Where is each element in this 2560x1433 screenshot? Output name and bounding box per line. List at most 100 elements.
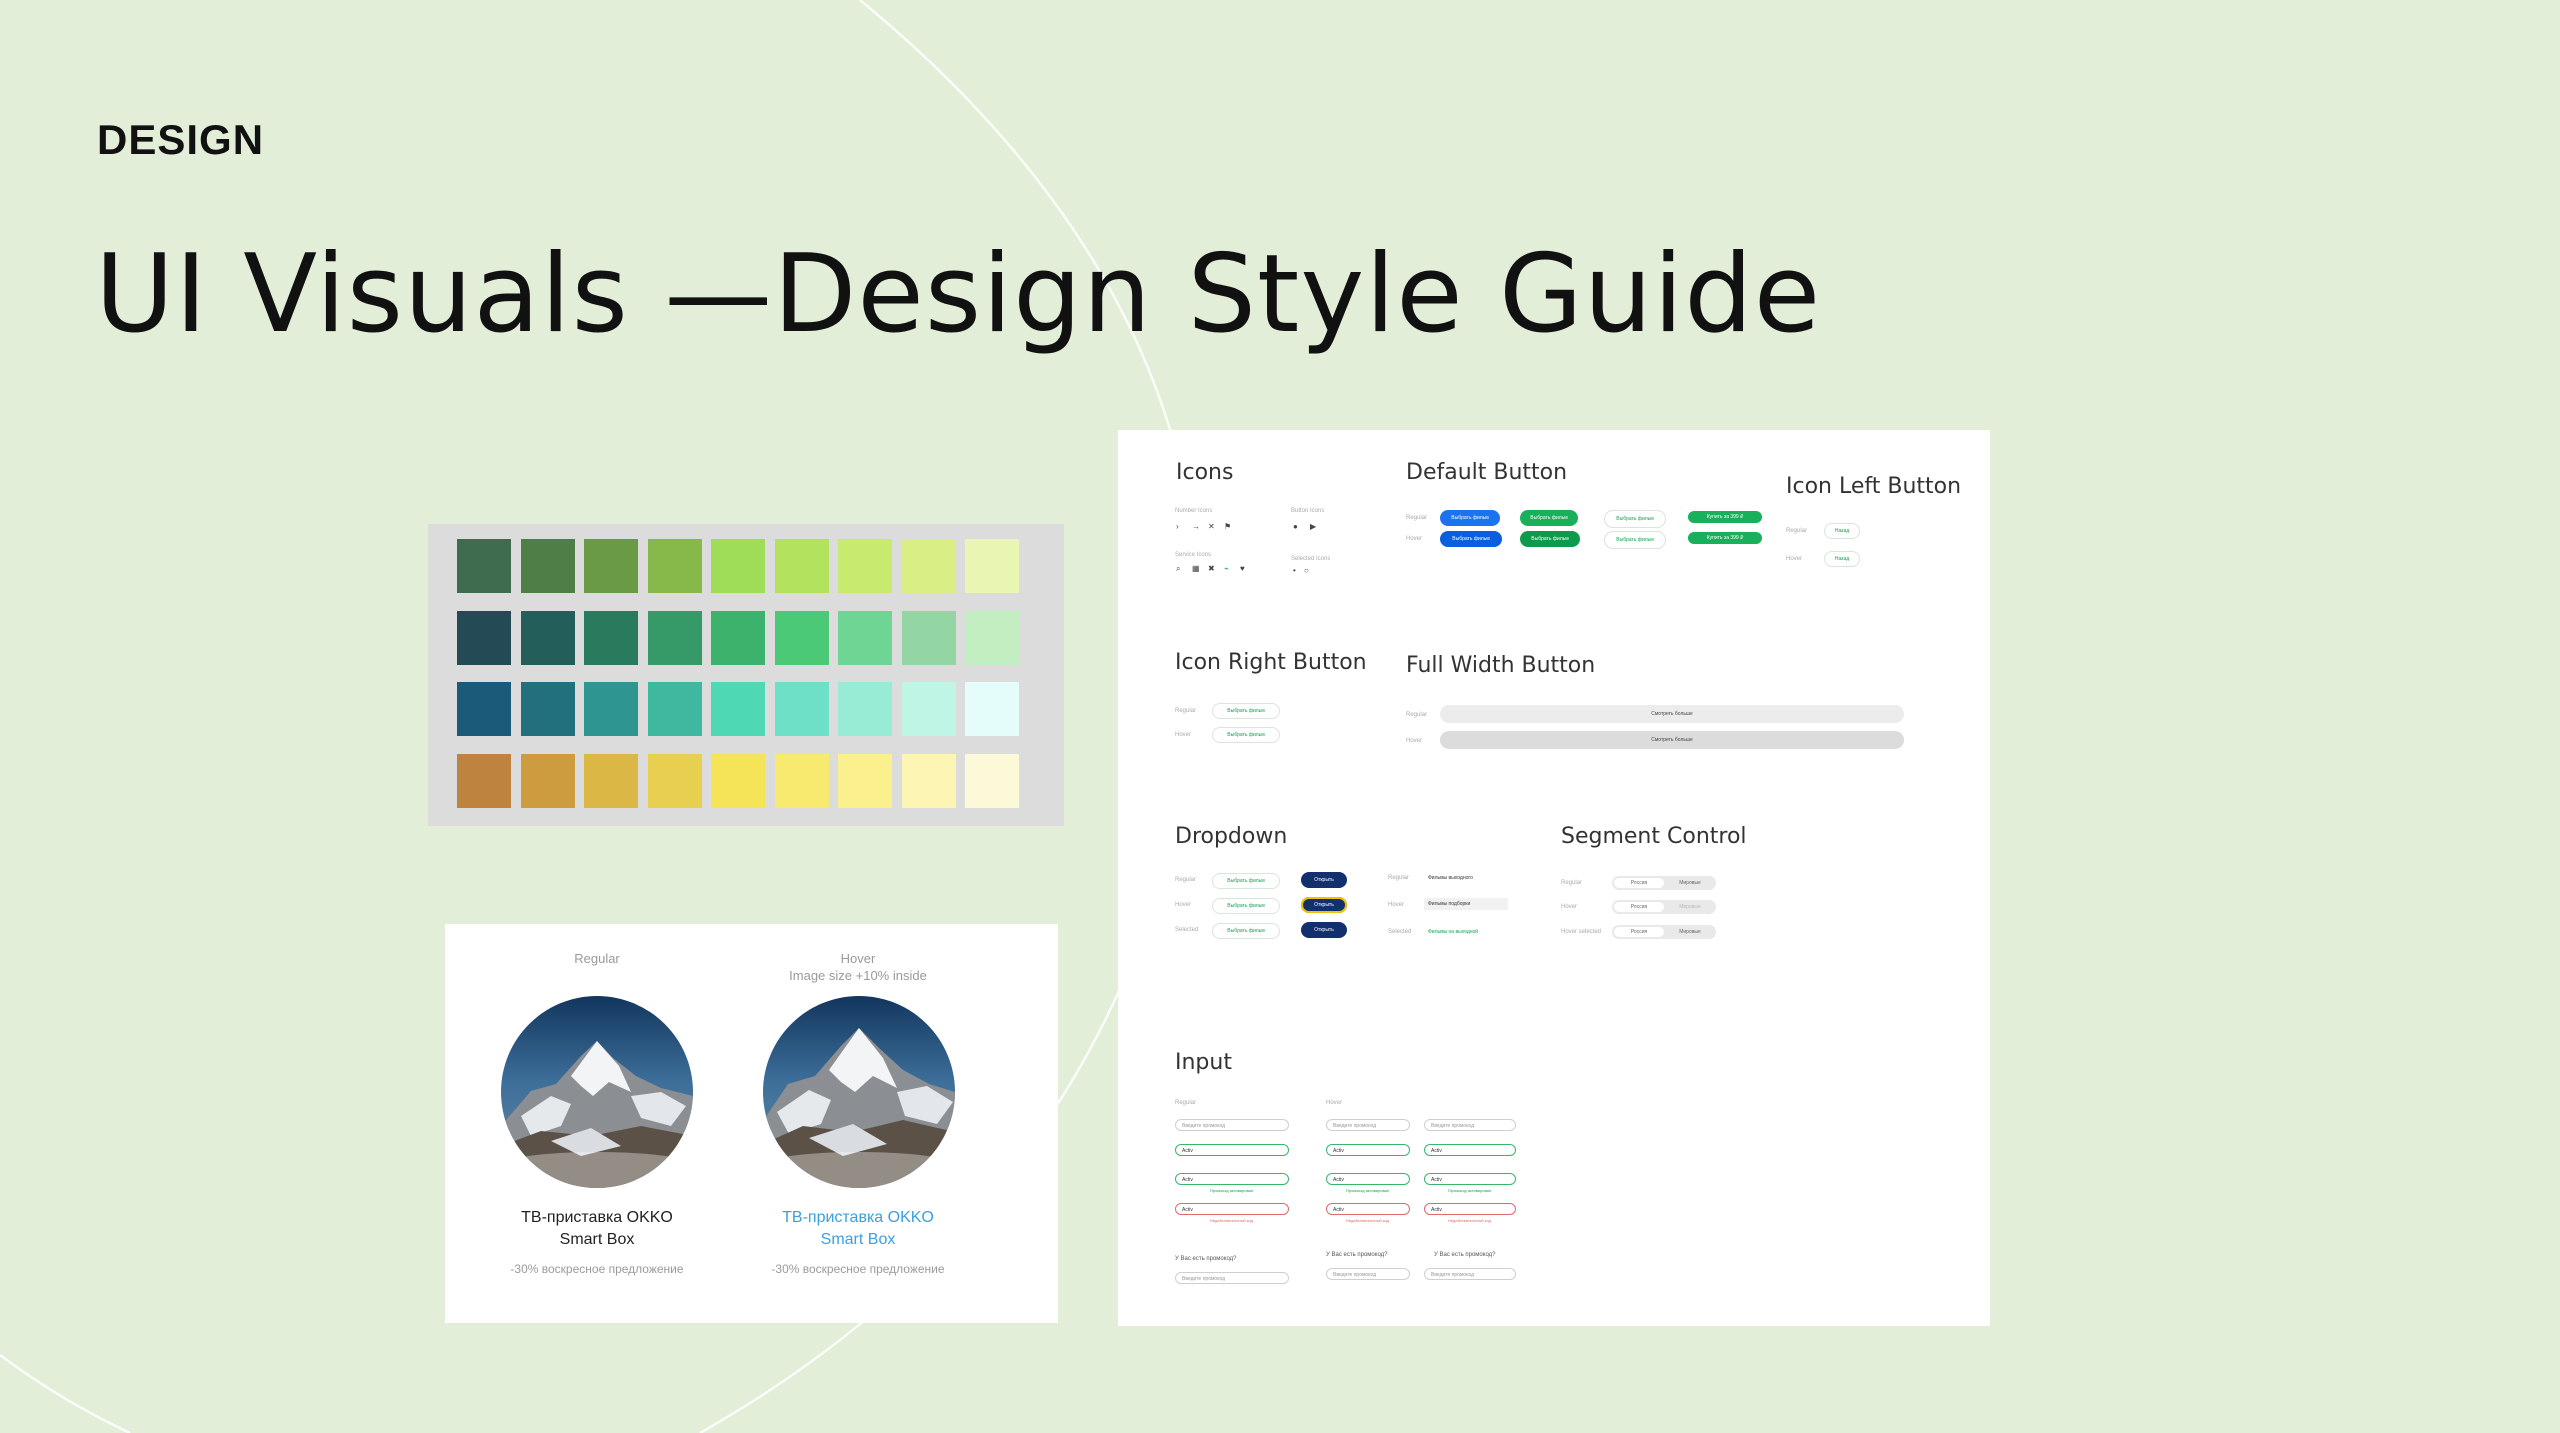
color-swatch (838, 682, 892, 736)
color-swatch (965, 610, 1019, 665)
input-field-valid[interactable]: Activ (1175, 1173, 1289, 1185)
mountain-image (501, 996, 693, 1188)
dropdown-open-pill-selected[interactable]: Открыть (1301, 922, 1347, 938)
green-button-hover[interactable]: Выбрать фильм (1520, 531, 1580, 547)
color-swatch (584, 682, 638, 736)
segment-control-hover-selected[interactable]: Россия Мировые (1612, 925, 1716, 939)
regular-label: Regular (1388, 875, 1410, 881)
back-button[interactable]: Назад (1824, 523, 1860, 539)
color-swatch (774, 539, 829, 593)
input-field-promo[interactable]: Введите промокод (1424, 1268, 1516, 1280)
hover-note: Image size +10% inside (789, 968, 927, 983)
dropdown-button-hover[interactable]: Выбрать фильм (1212, 898, 1280, 914)
back-button-hover[interactable]: Назад (1824, 551, 1860, 567)
green-button[interactable]: Выбрать фильм (1520, 510, 1578, 526)
input-question: У Вас есть промокод? (1434, 1252, 1496, 1258)
grid-icon: ▦ (1192, 564, 1200, 573)
dropdown-item-selected[interactable]: Фильмы на выходной (1428, 929, 1478, 935)
segment-option-active[interactable]: Россия (1614, 902, 1664, 912)
full-width-button-hover[interactable]: Смотреть больше (1440, 731, 1904, 749)
hover-label: Hover (840, 951, 876, 966)
color-swatch (647, 539, 702, 593)
input-hint: Промокод активирован (1210, 1188, 1254, 1193)
service-icons-label: Service Icons (1175, 552, 1212, 558)
icon-right-button[interactable]: Выбрать фильм (1212, 703, 1280, 719)
segment-option[interactable]: Мировые (1666, 902, 1714, 912)
dropdown-open-pill-hover[interactable]: Открыть (1301, 897, 1347, 913)
input-question: У Вас есть промокод? (1175, 1256, 1237, 1262)
arrow-right-icon: → (1192, 522, 1200, 531)
link-icon: ⌁ (1224, 564, 1229, 573)
input-field[interactable]: Введите промокод (1175, 1119, 1289, 1131)
color-swatch (901, 682, 956, 736)
dropdown-button[interactable]: Выбрать фильм (1212, 873, 1280, 889)
segment-option[interactable]: Мировые (1666, 927, 1714, 937)
product-title-hover[interactable]: ТВ-приставка OKKO Smart Box (728, 1207, 988, 1251)
hover-label: Hover (1175, 902, 1192, 908)
regular-label: Regular (1786, 528, 1808, 534)
input-field-active[interactable]: Activ (1175, 1144, 1289, 1156)
segment-control[interactable]: Россия Мировые (1612, 876, 1716, 890)
product-title: ТВ-приставка OKKO Smart Box (521, 1209, 673, 1248)
input-section-title: Input (1175, 1050, 1232, 1075)
segment-option[interactable]: Мировые (1666, 878, 1714, 888)
outline-button[interactable]: Выбрать фильм (1604, 510, 1666, 528)
regular-label: Regular (1175, 877, 1197, 883)
segment-option-active[interactable]: Россия (1614, 878, 1664, 888)
input-field[interactable]: Введите промокод (1326, 1119, 1410, 1131)
buy-button-hover[interactable]: Купить за 399 ₽ (1688, 532, 1762, 544)
hover-label: Hover (1561, 904, 1578, 910)
icon-right-button-hover[interactable]: Выбрать фильм (1212, 727, 1280, 743)
color-swatch (711, 539, 765, 593)
input-field-promo[interactable]: Введите промокод (1326, 1268, 1410, 1280)
color-swatch (647, 610, 702, 665)
color-swatch (711, 682, 765, 736)
full-width-button[interactable]: Смотреть больше (1440, 705, 1904, 723)
input-field-error[interactable]: Activ (1175, 1203, 1289, 1215)
outline-button-hover[interactable]: Выбрать фильм (1604, 531, 1666, 549)
input-field-active[interactable]: Activ (1424, 1144, 1516, 1156)
color-swatch (901, 610, 956, 665)
dropdown-button-selected[interactable]: Выбрать фильм (1212, 923, 1280, 939)
color-swatch (838, 610, 892, 665)
color-swatch (520, 610, 575, 665)
card-hover-demo: Regular Hover Image size +10% inside ТВ-… (445, 924, 1058, 1323)
number-icons-label: Number Icons (1175, 508, 1213, 514)
input-field-active[interactable]: Activ (1326, 1144, 1410, 1156)
dropdown-item-hover[interactable]: Фильмы подборки (1424, 898, 1508, 910)
play-icon: ▶ (1310, 522, 1317, 531)
search-icon: ⌕ (1176, 564, 1181, 573)
button-icons-label: Button Icons (1291, 508, 1325, 514)
page-title: UI Visuals —Design Style Guide (95, 232, 1822, 357)
color-swatch (647, 682, 702, 736)
regular-label: Regular (1406, 712, 1428, 718)
dropdown-open-pill[interactable]: Открыть (1301, 872, 1347, 888)
input-field-error[interactable]: Activ (1326, 1203, 1410, 1215)
hover-label: Hover (1175, 732, 1192, 738)
full-width-button-section-title: Full Width Button (1406, 653, 1596, 678)
chevron-right-icon: › (1176, 522, 1179, 531)
hover-label: Hover (1326, 1100, 1343, 1106)
selected-label: Selected (1175, 927, 1199, 933)
primary-button[interactable]: Выбрать фильм (1440, 510, 1500, 526)
input-field-promo[interactable]: Введите промокод (1175, 1272, 1289, 1284)
dropdown-item[interactable]: Фильмы выходного (1428, 875, 1473, 881)
segment-control-hover[interactable]: Россия Мировые (1612, 900, 1716, 914)
hover-label: Hover (1786, 556, 1803, 562)
color-swatch (838, 753, 892, 808)
input-field-valid[interactable]: Activ (1326, 1173, 1410, 1185)
buy-button[interactable]: Купить за 399 ₽ (1688, 511, 1762, 523)
input-field[interactable]: Введите промокод (1424, 1119, 1516, 1131)
color-swatch (584, 539, 638, 593)
regular-label: Regular (574, 951, 620, 966)
primary-button-hover[interactable]: Выбрать фильм (1440, 531, 1502, 547)
input-field-error[interactable]: Activ (1424, 1203, 1516, 1215)
color-swatch (711, 753, 765, 808)
segment-option-active[interactable]: Россия (1614, 927, 1664, 937)
color-swatch (901, 753, 956, 808)
default-button-section-title: Default Button (1406, 460, 1568, 485)
color-swatch (774, 753, 829, 808)
input-field-valid[interactable]: Activ (1424, 1173, 1516, 1185)
apple-icon: ● (1293, 522, 1298, 531)
icon-left-button-section-title: Icon Left Button (1786, 474, 1962, 499)
